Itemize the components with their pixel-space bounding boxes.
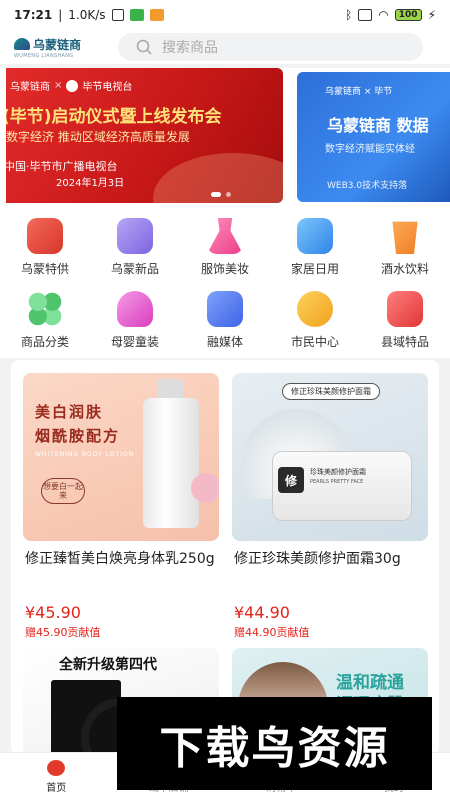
- search-input[interactable]: 搜索商品: [118, 33, 423, 61]
- carousel-indicator: [211, 192, 231, 197]
- logo-subtext: WUMENG LIANSHANG: [14, 52, 74, 59]
- category-media[interactable]: 融媒体: [180, 291, 270, 350]
- tv-station-icon: [66, 79, 79, 92]
- status-bar: 17:21 | 1.0K/s ᛒ ◠ 100 ⚡: [0, 0, 450, 30]
- bluetooth-icon: ᛒ: [345, 8, 353, 22]
- app-notify-icon: [149, 9, 164, 21]
- network-speed: 1.0K/s: [68, 8, 106, 22]
- dress-icon: [207, 218, 243, 254]
- banner-slide[interactable]: 乌蒙链商 × 毕节电视台 (毕节)启动仪式暨上线发布会 数字经济 推动区域经济高…: [6, 68, 283, 203]
- charging-icon: ⚡: [427, 8, 436, 22]
- banner-title: (毕节)启动仪式暨上线发布会: [6, 107, 222, 127]
- status-time: 17:21: [14, 8, 53, 22]
- category-county-specialty[interactable]: 县域特品: [360, 291, 450, 350]
- category-grid: 乌蒙特供 乌蒙新品 服饰美妆 家居日用 酒水饮料 商品分类 母婴童装 融媒体 市…: [0, 203, 450, 358]
- product-image[interactable]: 修正珍珠美颜修护面霜 修 珍珠美颜修护面霜 PEARLS PRETTY FACE: [232, 373, 428, 541]
- category-wumeng-special[interactable]: 乌蒙特供: [0, 218, 90, 277]
- tab-home[interactable]: 首页: [0, 753, 113, 800]
- new-tag-icon: [117, 218, 153, 254]
- carousel-dot: [226, 192, 231, 197]
- product-feed: 美白润肤 烟酰胺配方 WHITENING BODY LOTION 想要白一起来 …: [11, 360, 439, 755]
- wechat-icon: [129, 9, 144, 21]
- chat-bubble-icon: [207, 291, 243, 327]
- grid-apps-icon: [27, 291, 63, 327]
- banner-brand-left: 乌蒙链商: [325, 87, 362, 97]
- category-mother-baby[interactable]: 母婴童装: [90, 291, 180, 350]
- product-price: ¥44.90: [234, 603, 290, 622]
- home-icon: [47, 759, 66, 776]
- banner-footer: WEB3.0技术支持落: [327, 181, 408, 191]
- banner-org: 中国·毕节市广播电视台: [6, 160, 118, 173]
- shop-card-icon: [387, 291, 423, 327]
- product-contribution: 赠45.90贡献值: [25, 626, 101, 639]
- category-all-goods[interactable]: 商品分类: [0, 291, 90, 350]
- product-price: ¥45.90: [25, 603, 81, 622]
- banner-subtitle: 数字经济 推动区域经济高质量发展: [6, 130, 190, 144]
- sim-icon: [358, 9, 373, 21]
- logo-text: 乌蒙链商: [33, 37, 82, 52]
- mute-icon: [111, 9, 124, 21]
- product-image[interactable]: 美白润肤 烟酰胺配方 WHITENING BODY LOTION 想要白一起来: [23, 373, 219, 541]
- product-card[interactable]: 修正珍珠美颜修护面霜 修 珍珠美颜修护面霜 PEARLS PRETTY FACE…: [232, 373, 428, 640]
- banner-brand-right: 毕节: [374, 87, 393, 97]
- search-icon: [136, 39, 152, 55]
- category-drinks[interactable]: 酒水饮料: [360, 218, 450, 277]
- category-apparel-beauty[interactable]: 服饰美妆: [180, 218, 270, 277]
- product-contribution: 赠44.90贡献值: [234, 626, 310, 639]
- banner-carousel[interactable]: 乌蒙链商 × 毕节电视台 (毕节)启动仪式暨上线发布会 数字经济 推动区域经济高…: [0, 68, 450, 203]
- banner-brand-right: 毕节电视台: [82, 82, 133, 93]
- bottles-icon: [297, 218, 333, 254]
- app-logo[interactable]: 乌蒙链商 WUMENG LIANSHANG: [14, 36, 114, 59]
- bottle-image: [143, 398, 199, 528]
- gift-bag-icon: [27, 218, 63, 254]
- category-home-daily[interactable]: 家居日用: [270, 218, 360, 277]
- citizen-icon: [297, 291, 333, 327]
- watermark-overlay: 下载鸟资源: [117, 697, 432, 790]
- banner-date: 2024年1月3日: [56, 178, 125, 189]
- logo-mark-icon: [14, 38, 30, 50]
- banner-subtitle: 数字经济赋能实体经: [325, 144, 415, 155]
- banner-brand-left: 乌蒙链商: [10, 82, 50, 93]
- banner-slide[interactable]: 乌蒙链商 × 毕节 乌蒙链商 数据 数字经济赋能实体经 WEB3.0技术支持落: [297, 72, 450, 202]
- category-citizen-center[interactable]: 市民中心: [270, 291, 360, 350]
- wifi-icon: ◠: [378, 8, 389, 22]
- stroller-icon: [117, 291, 153, 327]
- watermark-text: 下载鸟资源: [159, 722, 390, 774]
- product-title: 修正珍珠美颜修护面霜30g: [234, 551, 401, 567]
- search-placeholder: 搜索商品: [162, 40, 218, 56]
- drink-cup-icon: [392, 221, 418, 254]
- battery-icon: 100: [394, 9, 422, 21]
- carousel-dot: [211, 192, 221, 197]
- category-wumeng-new[interactable]: 乌蒙新品: [90, 218, 180, 277]
- product-card[interactable]: 美白润肤 烟酰胺配方 WHITENING BODY LOTION 想要白一起来 …: [23, 373, 219, 640]
- product-title: 修正臻皙美白焕亮身体乳250g: [25, 551, 215, 567]
- header: 乌蒙链商 WUMENG LIANSHANG 搜索商品: [0, 30, 450, 64]
- banner-title: 乌蒙链商 数据: [327, 116, 429, 135]
